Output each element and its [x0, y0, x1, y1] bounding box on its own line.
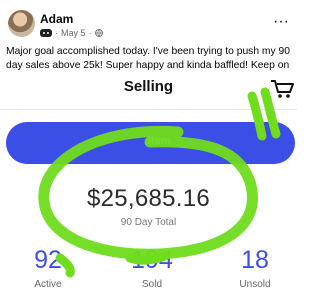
post-date[interactable]: May 5 [61, 28, 86, 38]
stat-value: 18 [241, 246, 269, 274]
more-options-button[interactable]: ··· [273, 14, 289, 30]
page-title: Selling [123, 78, 174, 95]
messenger-icon [40, 29, 52, 37]
cart-icon[interactable] [270, 78, 294, 100]
total-amount: $25,685.16 [86, 185, 211, 212]
author-name[interactable]: Adam [40, 13, 73, 26]
stat-unsold[interactable]: 18 Unsold [210, 245, 297, 292]
post-meta: · May 5 · [40, 28, 103, 38]
header-divider [0, 109, 297, 110]
stat-sold[interactable]: 194 Sold [107, 245, 197, 292]
stat-label: Active [34, 279, 62, 290]
post-header: Adam · May 5 · ··· [0, 0, 297, 40]
list-item-button-label: item [148, 135, 171, 147]
avatar[interactable] [8, 10, 35, 37]
stat-value: 194 [131, 246, 173, 274]
meta-separator: · [55, 28, 58, 38]
stat-label: Unsold [239, 279, 271, 290]
stat-label: Sold [141, 279, 162, 290]
attached-screenshot[interactable]: Selling item $25,685.16 90 Day Total 92 … [0, 72, 297, 300]
meta-separator: · [88, 28, 92, 38]
globe-icon [94, 29, 103, 37]
total-label: 90 Day Total [120, 217, 177, 228]
stat-value: 92 [34, 246, 62, 274]
stat-active[interactable]: 92 Active [3, 245, 93, 292]
